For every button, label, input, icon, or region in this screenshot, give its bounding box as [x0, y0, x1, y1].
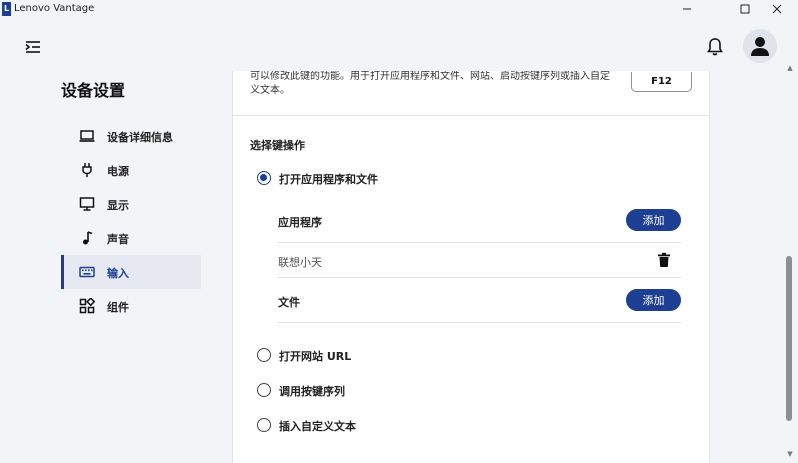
user-icon — [751, 37, 769, 56]
list-item: 联想小天 — [278, 256, 322, 269]
sidebar-item-power[interactable]: 电源 — [61, 153, 201, 187]
radio-label-open-apps[interactable]: 打开应用程序和文件 — [279, 171, 378, 187]
scroll-up-arrow-icon[interactable]: ▲ — [785, 64, 795, 74]
scrollbar-thumb[interactable] — [786, 256, 792, 421]
delete-app-button[interactable] — [657, 252, 671, 268]
minimize-button[interactable] — [666, 0, 708, 18]
sidebar-item-label: 声音 — [107, 233, 129, 246]
radio-open-url[interactable] — [257, 348, 271, 362]
radio-open-apps[interactable] — [257, 171, 271, 185]
sidebar-item-display[interactable]: 显示 — [61, 187, 201, 221]
sidebar-item-widgets[interactable]: 组件 — [61, 289, 201, 323]
close-button[interactable] — [756, 0, 798, 18]
bell-icon — [707, 38, 723, 56]
notifications-button[interactable] — [706, 37, 724, 57]
close-icon — [772, 4, 782, 14]
key-description-line: 可以修改此键的功能。用于打开应用程序和文件、网站、启动按键序列或插入自定 — [250, 71, 610, 82]
maximize-icon — [740, 4, 750, 14]
applications-label: 应用程序 — [278, 216, 322, 229]
laptop-icon — [79, 128, 95, 144]
keyboard-icon — [79, 264, 95, 280]
list-divider — [277, 277, 681, 278]
add-file-button[interactable]: 添加 — [626, 289, 681, 311]
section-title: 选择键操作 — [250, 139, 305, 152]
radio-label-open-url[interactable]: 打开网站 URL — [279, 348, 351, 364]
add-application-button[interactable]: 添加 — [626, 209, 681, 231]
menu-collapse-icon — [25, 41, 40, 53]
radio-label-key-sequence[interactable]: 调用按键序列 — [279, 383, 345, 399]
sidebar-item-label: 组件 — [107, 301, 129, 314]
section-divider — [233, 115, 709, 116]
sidebar-item-label: 电源 — [107, 165, 129, 178]
sidebar-title: 设备设置 — [61, 81, 126, 100]
key-badge: F12 — [631, 72, 692, 92]
radio-label-custom-text[interactable]: 插入自定义文本 — [279, 418, 356, 434]
sidebar-item-label: 显示 — [107, 199, 129, 212]
lenovo-logo-icon: L — [2, 2, 11, 16]
files-label: 文件 — [278, 296, 300, 309]
trash-icon — [658, 252, 670, 267]
sidebar-item-input[interactable]: 输入 — [61, 255, 201, 289]
window-title: Lenovo Vantage — [14, 3, 95, 14]
widgets-icon — [79, 298, 95, 314]
sidebar-item-label: 输入 — [107, 267, 129, 280]
minimize-icon — [683, 8, 691, 10]
scroll-clip-overlay — [232, 63, 710, 71]
menu-toggle-button[interactable] — [24, 38, 42, 56]
account-avatar-button[interactable] — [743, 29, 777, 63]
sidebar-item-label: 设备详细信息 — [107, 131, 173, 144]
list-divider — [277, 242, 681, 243]
sidebar-item-device-details[interactable]: 设备详细信息 — [61, 119, 201, 153]
title-bar: L Lenovo Vantage — [0, 0, 798, 18]
radio-key-sequence[interactable] — [257, 383, 271, 397]
key-description-line: 义文本。 — [250, 85, 290, 96]
radio-custom-text[interactable] — [257, 418, 271, 432]
monitor-icon — [79, 196, 95, 212]
plug-icon — [79, 162, 95, 178]
scroll-down-arrow-icon[interactable]: ▼ — [785, 450, 795, 460]
key-description: 可以修改此键的功能。用于打开应用程序和文件、网站、启动按键序列或插入自定 义文本… — [250, 70, 620, 98]
sidebar-item-sound[interactable]: 声音 — [61, 221, 201, 255]
music-note-icon — [79, 230, 95, 246]
list-divider — [277, 322, 681, 323]
